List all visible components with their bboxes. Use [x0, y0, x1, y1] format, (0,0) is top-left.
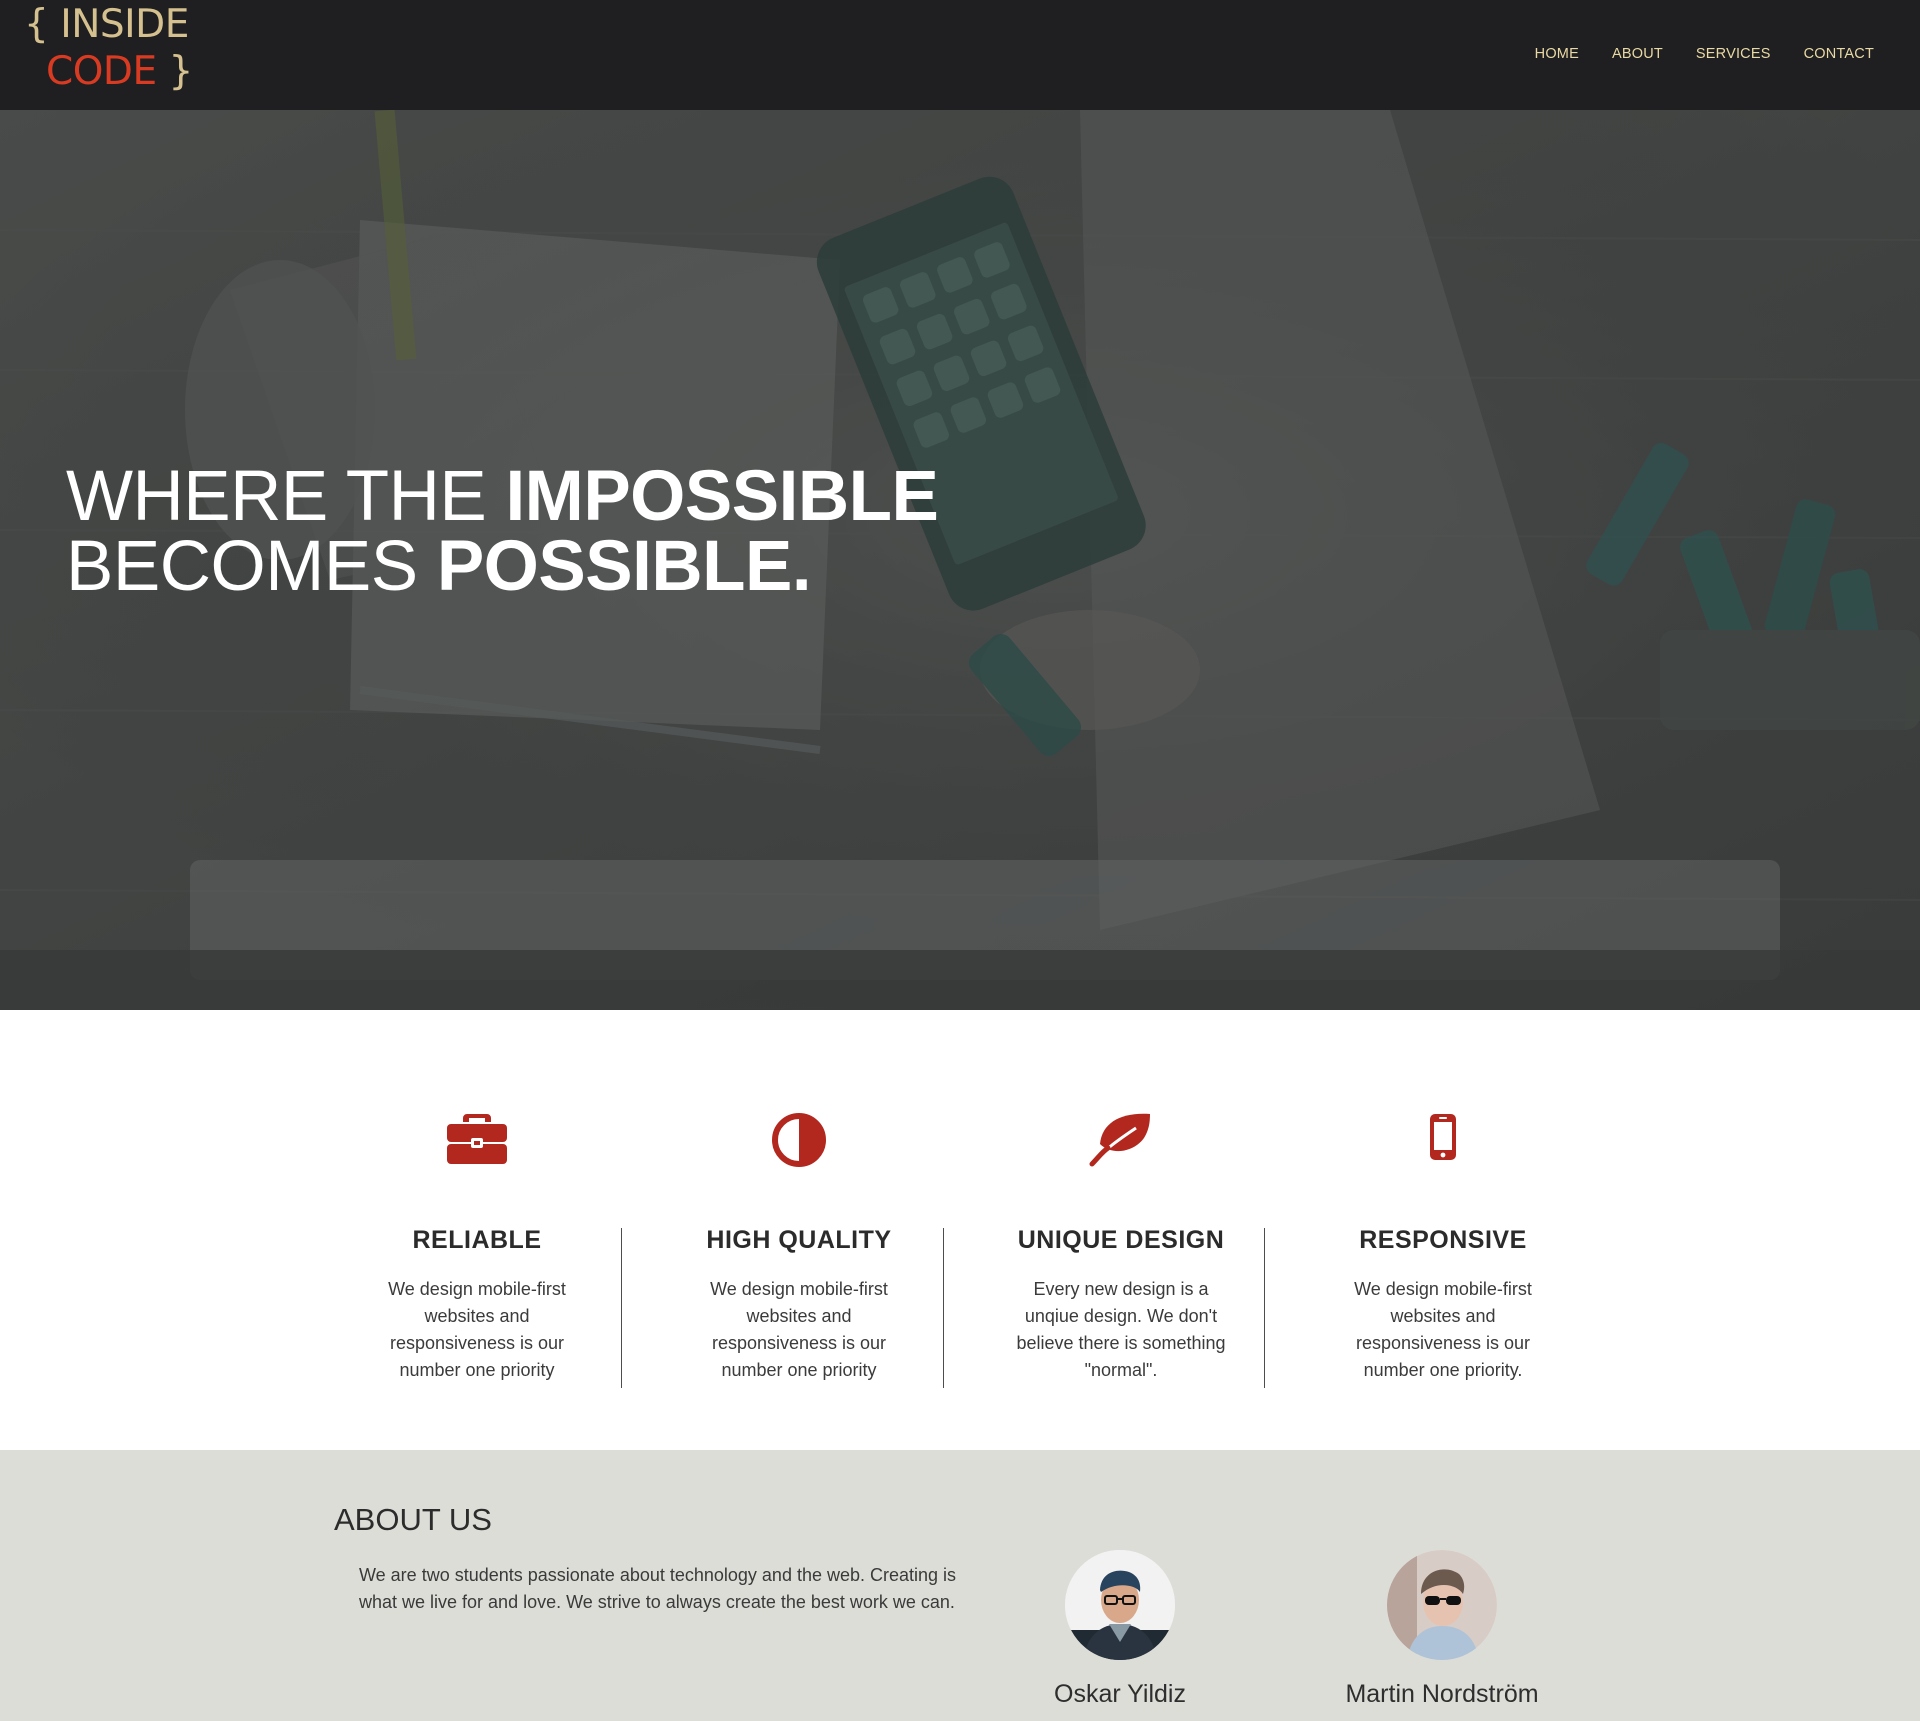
leaf-icon [1088, 1110, 1154, 1172]
logo-close-brace: } [168, 48, 194, 94]
nav-about[interactable]: ABOUT [1612, 46, 1663, 62]
mobile-phone-icon [1428, 1110, 1458, 1170]
logo-word-inside: INSIDE [60, 2, 189, 47]
feature-divider [1264, 1228, 1265, 1388]
headline-line-1-bold: IMPOSSIBLE [505, 457, 939, 536]
feature-text: Every new design is a unqiue design. We … [1016, 1279, 1226, 1380]
logo-line-1: { INSIDE [24, 2, 193, 49]
hero-section: WHERE THE IMPOSSIBLE BECOMES POSSIBLE. [0, 110, 1920, 1010]
member-name: Martin Nordström [1345, 1680, 1539, 1708]
about-section: ABOUT US We are two students passionate … [0, 1450, 1920, 1721]
feature-title: UNIQUE DESIGN [1017, 1226, 1225, 1254]
feature-text: We design mobile-first websites and resp… [388, 1279, 566, 1380]
feature-title: HIGH QUALITY [706, 1226, 892, 1254]
about-text: We are two students passionate about tec… [359, 1565, 957, 1612]
avatar [1387, 1550, 1497, 1660]
logo-open-brace: { [24, 2, 49, 47]
feature-text: We design mobile-first websites and resp… [710, 1279, 888, 1380]
headline-line-2-bold: POSSIBLE. [436, 527, 812, 606]
nav-contact[interactable]: CONTACT [1804, 46, 1874, 62]
headline-line-1-light: WHERE THE [66, 457, 487, 536]
avatar [1065, 1550, 1175, 1660]
feature-title: RELIABLE [412, 1226, 542, 1254]
about-title: ABOUT US [334, 1502, 492, 1537]
feature-divider [621, 1228, 622, 1388]
main-nav: HOME ABOUT SERVICES CONTACT [1535, 46, 1874, 62]
logo-word-code: CODE [46, 48, 157, 94]
headline-line-2-light: BECOMES [66, 527, 418, 606]
nav-services[interactable]: SERVICES [1696, 46, 1771, 62]
feature-divider [943, 1228, 944, 1388]
contrast-icon [769, 1110, 829, 1174]
briefcase-icon [445, 1110, 509, 1170]
hero-headline: WHERE THE IMPOSSIBLE BECOMES POSSIBLE. [66, 461, 939, 602]
feature-title: RESPONSIVE [1359, 1226, 1527, 1254]
nav-home[interactable]: HOME [1535, 46, 1579, 62]
headline-line-1: WHERE THE IMPOSSIBLE [66, 461, 939, 532]
logo-line-2: CODE } [24, 49, 193, 96]
top-navbar: { INSIDE CODE } HOME ABOUT SERVICES CONT… [0, 0, 1920, 110]
headline-line-2: BECOMES POSSIBLE. [66, 531, 938, 602]
features-section: RELIABLE We design mobile-first websites… [0, 1010, 1920, 1450]
member-name: Oskar Yildiz [1054, 1680, 1186, 1708]
feature-text: We design mobile-first websites and resp… [1354, 1279, 1532, 1380]
site-logo[interactable]: { INSIDE CODE } [24, 2, 193, 96]
